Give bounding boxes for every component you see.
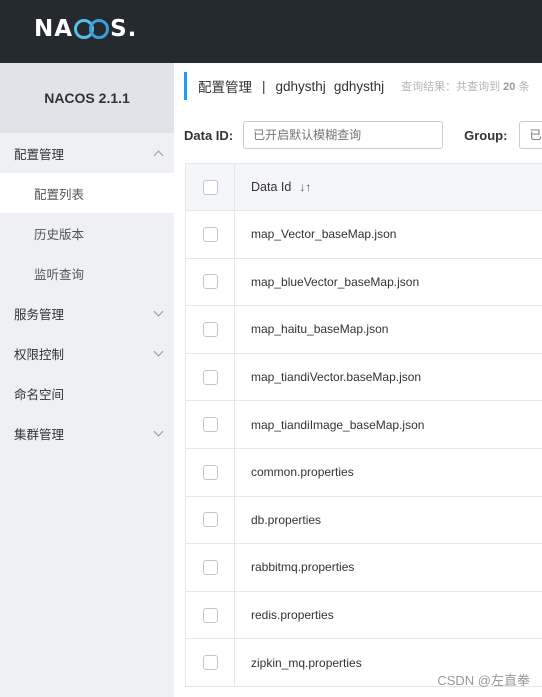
table-row: redis.properties [186,591,542,640]
row-checkbox[interactable] [202,274,218,290]
dataid-search-input[interactable] [243,121,444,149]
table-row: map_blueVector_baseMap.json [186,258,542,307]
dataid-label: Data ID: [184,127,234,143]
nacos-logo[interactable]: NA S . [34,16,138,42]
row-checkbox-cell [186,258,235,306]
row-checkbox-cell [186,401,235,448]
select-all-checkbox[interactable] [202,179,218,195]
sidebar-item-label: 监听查询 [34,267,85,282]
table-row: map_tiandiImage_baseMap.json [186,401,542,449]
sidebar-item-1[interactable]: 配置列表 [0,173,174,213]
sidebar-item-4[interactable]: 服务管理 [0,293,174,333]
query-result-count: 20 [503,81,516,93]
table-row: common.properties [186,448,542,497]
query-result: 查询结果：共查询到 20 条 [401,78,529,94]
namespace-id: gdhysthj [333,78,385,94]
row-checkbox-cell [186,211,235,258]
row-checkbox-cell [186,353,235,401]
logo-dot: . [127,16,138,42]
namespace-name: gdhysthj [275,78,326,94]
watermark: CSDN @左直拳 [437,673,530,688]
query-result-prefix: 查询结果：共查询到 [401,81,501,93]
chevron-down-icon[interactable] [153,346,164,357]
row-checkbox[interactable] [202,321,218,337]
table-header: Data Id ↓↑ [186,163,542,211]
row-checkbox[interactable] [202,417,218,433]
sidebar-item-7[interactable]: 集群管理 [0,413,174,453]
sidebar-item-label: 历史版本 [34,227,85,242]
sidebar-item-label: 配置管理 [14,147,65,162]
row-checkbox-cell [186,544,235,591]
search-filters: Data ID: Group: [184,121,542,149]
sort-icon[interactable]: ↓↑ [299,180,311,194]
sidebar-item-2[interactable]: 历史版本 [0,213,174,253]
main-content: 配置管理 | gdhysthj gdhysthj 查询结果：共查询到 20 条 … [174,63,542,697]
sidebar: NACOS 2.1.1 配置管理配置列表历史版本监听查询服务管理权限控制命名空间… [0,63,174,697]
row-checkbox-cell [186,496,235,544]
row-dataid: common.properties [251,465,354,480]
column-header-dataid[interactable]: Data Id [235,180,291,194]
logo-text-right: S [110,16,128,42]
sidebar-item-5[interactable]: 权限控制 [0,333,174,373]
row-dataid: db.properties [251,512,322,527]
version-title: NACOS 2.1.1 [0,63,174,133]
table-row: rabbitmq.properties [186,544,542,592]
row-checkbox-cell [186,306,235,353]
row-checkbox-cell [186,448,235,496]
sidebar-item-label: 集群管理 [14,427,65,442]
sidebar-item-label: 服务管理 [14,307,65,322]
sidebar-item-label: 命名空间 [14,387,65,402]
row-checkbox[interactable] [202,369,218,385]
config-table: Data Id ↓↑ map_Vector_baseMap.json map_bl… [185,163,542,687]
row-checkbox[interactable] [202,655,218,671]
chevron-up-icon[interactable] [153,150,164,161]
group-search-input[interactable] [519,121,542,149]
row-dataid: map_haitu_baseMap.json [251,322,389,337]
chevron-down-icon[interactable] [153,426,164,437]
sidebar-item-0[interactable]: 配置管理 [0,133,174,173]
query-result-suffix: 条 [518,81,530,93]
row-checkbox-cell [186,591,235,639]
group-label: Group: [464,127,508,143]
row-dataid: rabbitmq.properties [251,560,355,575]
row-checkbox-cell [186,639,235,686]
sidebar-item-3[interactable]: 监听查询 [0,253,174,293]
table-row: map_haitu_baseMap.json [186,306,542,354]
row-checkbox[interactable] [202,512,218,528]
row-checkbox[interactable] [202,607,218,623]
row-dataid: map_blueVector_baseMap.json [251,274,420,289]
logo-ring-icon-2 [89,19,110,39]
row-checkbox[interactable] [202,226,218,242]
page-title: 配置管理 [198,80,252,95]
row-dataid: zipkin_mq.properties [251,655,362,670]
breadcrumb-separator: | [262,78,266,94]
table-row: map_Vector_baseMap.json [186,211,542,259]
logo-text-left: NA [34,16,74,42]
sidebar-item-label: 权限控制 [14,347,65,362]
top-header-bar: NA S . [0,0,542,63]
sidebar-item-6[interactable]: 命名空间 [0,373,174,413]
table-row: db.properties [186,496,542,545]
sidebar-item-label: 配置列表 [34,187,85,202]
chevron-down-icon[interactable] [153,306,164,317]
row-dataid: map_tiandiImage_baseMap.json [251,417,425,432]
breadcrumb: 配置管理 | gdhysthj gdhysthj 查询结果：共查询到 20 条 [184,72,529,100]
row-dataid: map_tiandiVector.baseMap.json [251,370,422,385]
row-checkbox[interactable] [202,464,218,480]
row-checkbox[interactable] [202,559,218,575]
table-row: map_tiandiVector.baseMap.json [186,353,542,402]
row-dataid: map_Vector_baseMap.json [251,227,397,242]
row-dataid: redis.properties [251,608,334,623]
header-checkbox-cell [186,164,235,210]
